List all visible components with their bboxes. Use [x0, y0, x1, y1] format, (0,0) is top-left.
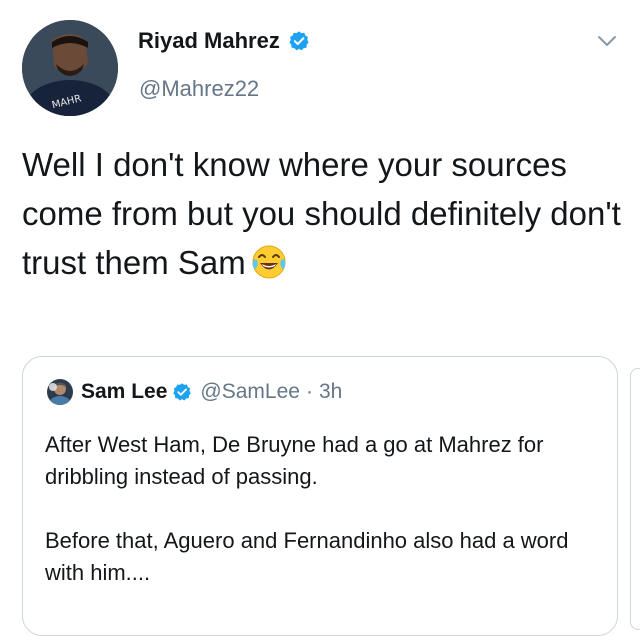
- next-card-edge: [630, 368, 640, 630]
- chevron-down-icon[interactable]: [596, 30, 618, 52]
- tweet-text-content: Well I don't know where your sources com…: [22, 146, 621, 281]
- quoted-display-name[interactable]: Sam Lee: [81, 380, 167, 404]
- quoted-paragraph: Before that, Aguero and Fernandinho also…: [45, 528, 569, 585]
- author-row: Riyad Mahrez: [138, 28, 310, 54]
- quoted-separator: ·: [305, 380, 313, 403]
- quoted-avatar[interactable]: [47, 379, 73, 405]
- quoted-tweet-header: Sam Lee @SamLee · 3h: [47, 379, 342, 405]
- display-name[interactable]: Riyad Mahrez: [138, 28, 280, 54]
- face-with-tears-of-joy-emoji: [250, 242, 288, 280]
- verified-badge-icon: [172, 382, 192, 402]
- avatar[interactable]: MAHR: [22, 20, 118, 116]
- quoted-paragraph: After West Ham, De Bruyne had a go at Ma…: [45, 432, 544, 489]
- quoted-timestamp[interactable]: 3h: [319, 380, 342, 404]
- quoted-handle[interactable]: @SamLee: [200, 380, 300, 404]
- verified-badge-icon: [288, 30, 310, 52]
- tweet-text: Well I don't know where your sources com…: [22, 140, 622, 287]
- tweet-card: MAHR Riyad Mahrez @Mahrez22 Well I don't…: [0, 0, 640, 636]
- handle[interactable]: @Mahrez22: [139, 76, 259, 102]
- quoted-tweet[interactable]: Sam Lee @SamLee · 3h After West Ham, De …: [22, 356, 618, 636]
- quoted-tweet-text: After West Ham, De Bruyne had a go at Ma…: [45, 429, 605, 589]
